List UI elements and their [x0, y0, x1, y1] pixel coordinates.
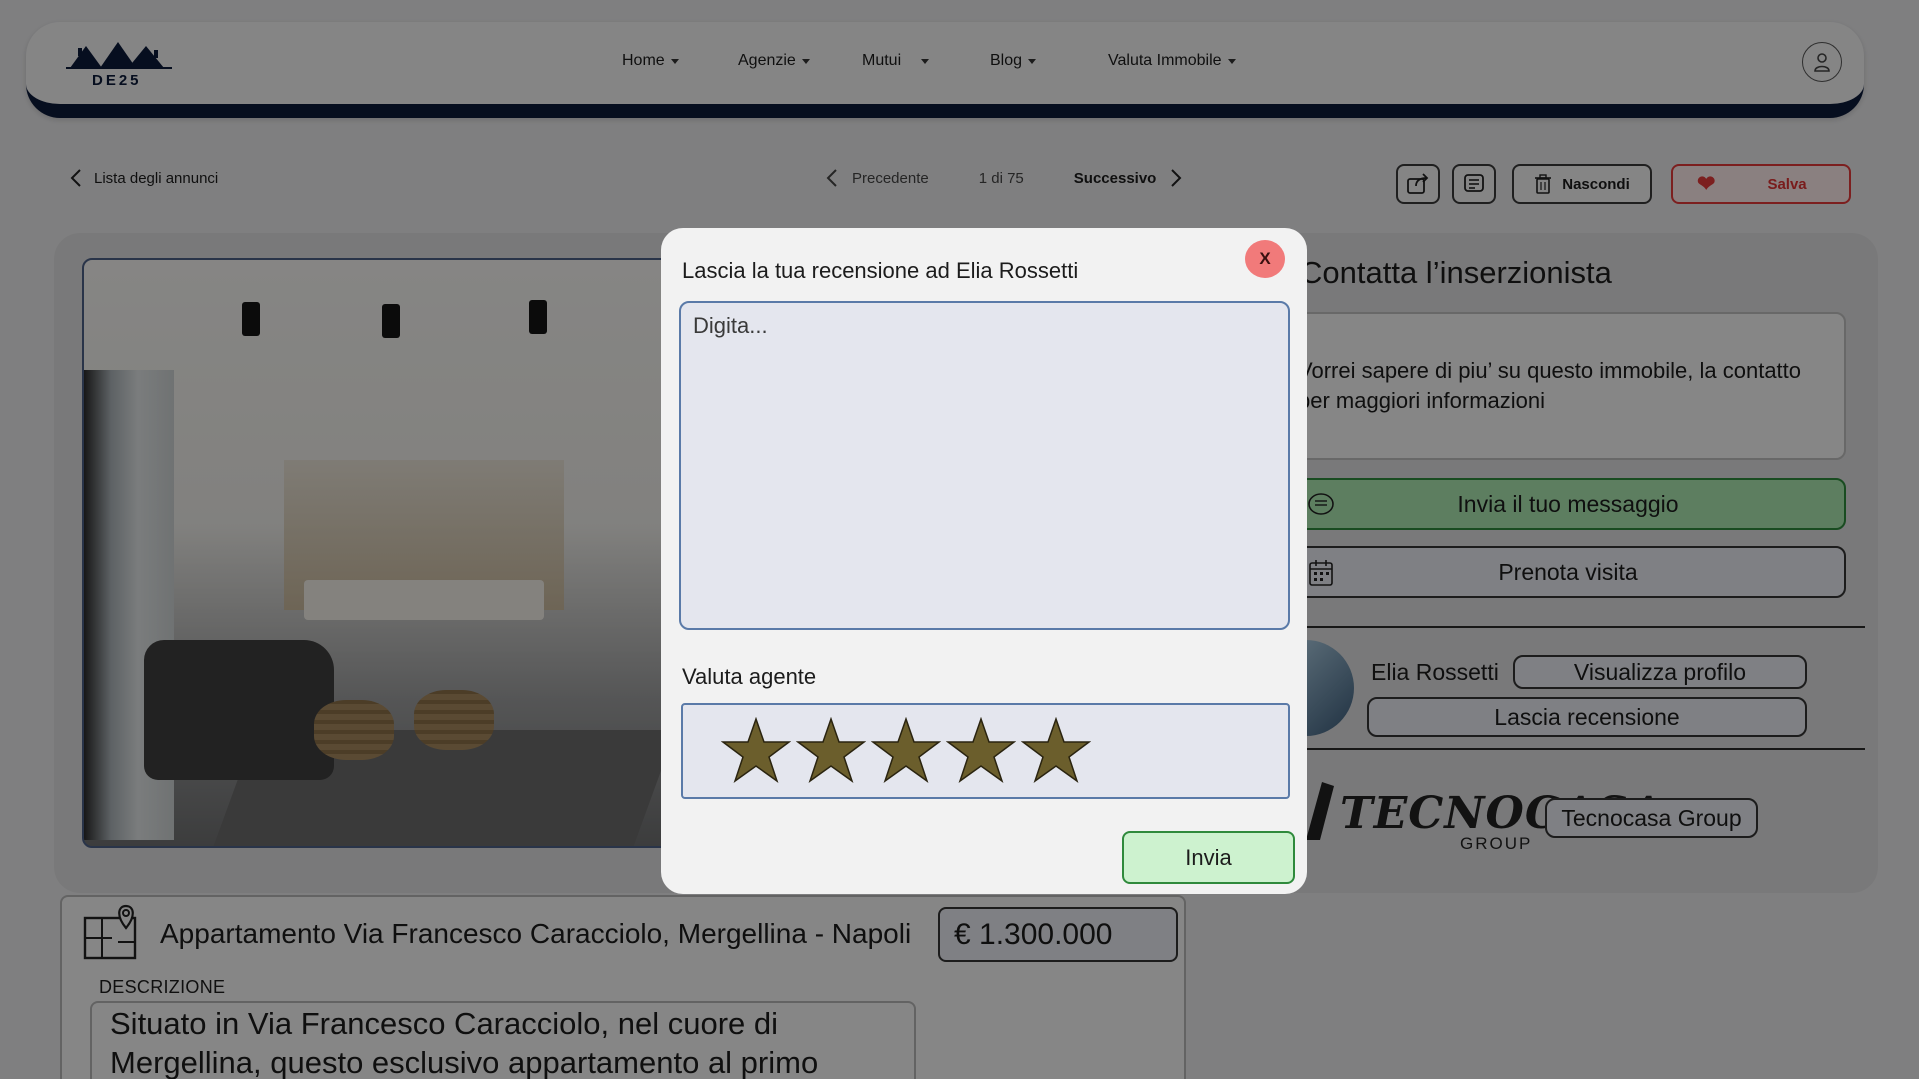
- page: DE25 Home Agenzie Mutui Blog Valuta Immo…: [0, 0, 1919, 1079]
- submit-review-button[interactable]: Invia: [1122, 831, 1295, 884]
- rate-agent-label: Valuta agente: [682, 664, 817, 689]
- star-icon[interactable]: [1020, 716, 1092, 783]
- star-icon[interactable]: [870, 716, 942, 783]
- review-textarea[interactable]: [679, 301, 1290, 630]
- star-icon[interactable]: [945, 716, 1017, 783]
- close-button[interactable]: X: [1245, 240, 1285, 278]
- star-icon[interactable]: [795, 716, 867, 783]
- review-modal: Lascia la tua recensione ad Elia Rossett…: [661, 228, 1307, 894]
- review-modal-title: Lascia la tua recensione ad Elia Rossett…: [682, 258, 1079, 283]
- submit-review-label: Invia: [1185, 844, 1232, 870]
- star-rating: [681, 703, 1290, 799]
- star-icon[interactable]: [720, 716, 792, 783]
- close-icon: X: [1259, 249, 1271, 268]
